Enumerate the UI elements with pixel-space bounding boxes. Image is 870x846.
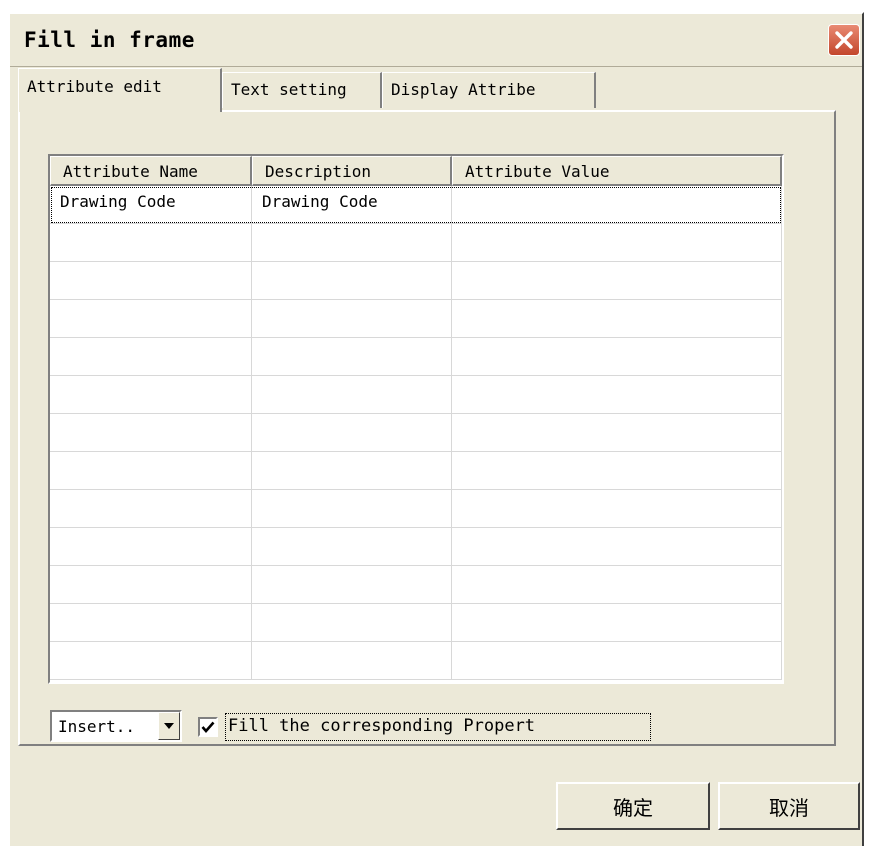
cancel-button[interactable]: 取消 bbox=[718, 782, 860, 830]
insert-combo-button[interactable] bbox=[158, 712, 180, 740]
fill-checkbox[interactable] bbox=[198, 717, 218, 737]
table-cell[interactable] bbox=[252, 300, 452, 338]
table-cell[interactable] bbox=[452, 604, 782, 642]
fill-checkbox-label[interactable]: Fill the corresponding Propert bbox=[225, 713, 651, 741]
insert-combo-value: Insert.. bbox=[58, 717, 136, 736]
table-cell[interactable] bbox=[452, 338, 782, 376]
column-header-description[interactable]: Description bbox=[252, 156, 452, 186]
table-cell[interactable] bbox=[50, 490, 252, 528]
table-cell[interactable] bbox=[452, 642, 782, 680]
table-cell[interactable] bbox=[252, 528, 452, 566]
checkmark-icon bbox=[201, 721, 215, 733]
table-cell[interactable] bbox=[50, 338, 252, 376]
table-cell[interactable] bbox=[50, 300, 252, 338]
table-cell[interactable] bbox=[50, 262, 252, 300]
table-cell[interactable]: Drawing Code bbox=[252, 186, 452, 224]
table-cell[interactable] bbox=[452, 528, 782, 566]
table-cell[interactable]: Drawing Code bbox=[50, 186, 252, 224]
tab-attribute-edit[interactable]: Attribute edit bbox=[18, 68, 222, 112]
table-row[interactable] bbox=[50, 224, 782, 262]
table-cell[interactable] bbox=[452, 262, 782, 300]
tab-display-attribe[interactable]: Display Attribe bbox=[382, 72, 596, 108]
table-row[interactable] bbox=[50, 528, 782, 566]
table-row[interactable] bbox=[50, 642, 782, 680]
tab-text-setting[interactable]: Text setting bbox=[222, 72, 382, 108]
tab-label: Display Attribe bbox=[391, 80, 536, 99]
table-row[interactable]: Drawing Code Drawing Code bbox=[50, 186, 782, 224]
table-cell[interactable] bbox=[452, 186, 782, 224]
table-row[interactable] bbox=[50, 490, 782, 528]
table-cell[interactable] bbox=[50, 224, 252, 262]
table-cell[interactable] bbox=[50, 604, 252, 642]
table-cell[interactable] bbox=[452, 224, 782, 262]
insert-combo[interactable]: Insert.. bbox=[50, 710, 182, 742]
table-cell[interactable] bbox=[252, 224, 452, 262]
table-cell[interactable] bbox=[452, 300, 782, 338]
table-cell[interactable] bbox=[50, 566, 252, 604]
table-cell[interactable] bbox=[50, 414, 252, 452]
column-header-attribute-value[interactable]: Attribute Value bbox=[452, 156, 782, 186]
table-cell[interactable] bbox=[50, 452, 252, 490]
table-row[interactable] bbox=[50, 452, 782, 490]
table-cell[interactable] bbox=[252, 490, 452, 528]
table-cell[interactable] bbox=[252, 604, 452, 642]
table-cell[interactable] bbox=[452, 376, 782, 414]
close-icon bbox=[835, 31, 853, 49]
table-row[interactable] bbox=[50, 262, 782, 300]
table-row[interactable] bbox=[50, 414, 782, 452]
table-row[interactable] bbox=[50, 300, 782, 338]
table-cell[interactable] bbox=[50, 376, 252, 414]
table-cell[interactable] bbox=[252, 262, 452, 300]
table-cell[interactable] bbox=[50, 642, 252, 680]
table-row[interactable] bbox=[50, 604, 782, 642]
table-cell[interactable] bbox=[50, 528, 252, 566]
table-cell[interactable] bbox=[252, 338, 452, 376]
table-row[interactable] bbox=[50, 566, 782, 604]
dropdown-arrow-icon bbox=[164, 723, 174, 729]
table-cell[interactable] bbox=[452, 490, 782, 528]
table-cell[interactable] bbox=[252, 566, 452, 604]
title-bar[interactable]: Fill in frame bbox=[10, 14, 862, 67]
column-header-attribute-name[interactable]: Attribute Name bbox=[50, 156, 252, 186]
table-cell[interactable] bbox=[252, 642, 452, 680]
table-cell[interactable] bbox=[452, 566, 782, 604]
grid-header: Attribute Name Description Attribute Val… bbox=[50, 156, 782, 186]
table-cell[interactable] bbox=[252, 452, 452, 490]
table-cell[interactable] bbox=[252, 376, 452, 414]
table-cell[interactable] bbox=[452, 452, 782, 490]
table-row[interactable] bbox=[50, 338, 782, 376]
close-button[interactable] bbox=[828, 24, 860, 56]
table-cell[interactable] bbox=[452, 414, 782, 452]
dialog-title: Fill in frame bbox=[24, 28, 195, 52]
tab-label: Attribute edit bbox=[27, 77, 162, 96]
table-cell[interactable] bbox=[252, 414, 452, 452]
attribute-grid[interactable]: Attribute Name Description Attribute Val… bbox=[48, 154, 784, 684]
ok-button[interactable]: 确定 bbox=[556, 782, 710, 830]
table-row[interactable] bbox=[50, 376, 782, 414]
tab-label: Text setting bbox=[231, 80, 347, 99]
